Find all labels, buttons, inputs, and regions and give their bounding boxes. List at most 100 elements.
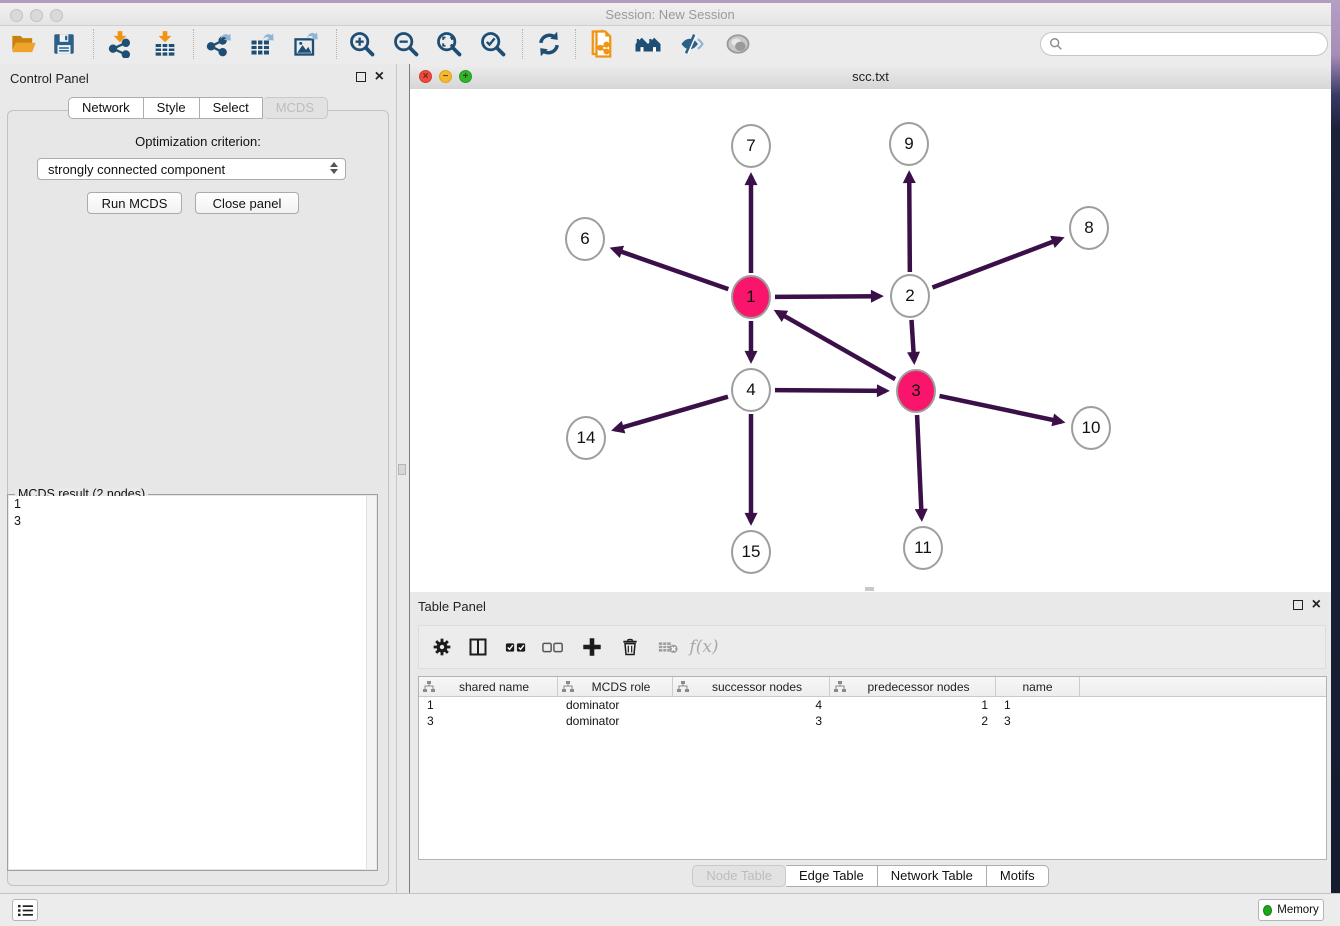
cell-MCDS-role[interactable]: dominator	[558, 713, 673, 729]
column-header-MCDS-role[interactable]: MCDS role	[558, 677, 673, 696]
home-icon	[633, 29, 663, 59]
cell-shared-name[interactable]: 3	[419, 713, 558, 729]
delete-row-button[interactable]	[617, 634, 643, 660]
graph-node-8[interactable]: 8	[1069, 206, 1109, 250]
column-header-shared-name[interactable]: shared name	[419, 677, 558, 696]
delete-table-button[interactable]	[655, 634, 681, 660]
run-mcds-button[interactable]: Run MCDS	[87, 192, 182, 214]
graph-node-4[interactable]: 4	[731, 368, 771, 412]
column-header-predecessor-nodes[interactable]: predecessor nodes	[830, 677, 996, 696]
list-icon	[18, 904, 33, 917]
tab-style[interactable]: Style	[144, 97, 200, 119]
zoom-in-button[interactable]	[346, 28, 378, 60]
graph-node-14[interactable]: 14	[566, 416, 606, 460]
unselect-all-button[interactable]	[540, 634, 566, 660]
hide-graphics-details-button[interactable]	[676, 28, 708, 60]
graph-node-11[interactable]: 11	[903, 526, 943, 570]
cell-shared-name[interactable]: 1	[419, 697, 558, 713]
float-panel-icon[interactable]	[1293, 600, 1303, 610]
add-row-button[interactable]	[579, 634, 605, 660]
edge-2-8[interactable]	[932, 239, 1061, 288]
edge-2-3[interactable]	[912, 320, 915, 361]
select-all-button[interactable]	[503, 634, 529, 660]
memory-button[interactable]: Memory	[1258, 899, 1324, 921]
cell-name[interactable]: 3	[996, 713, 1080, 729]
divider-grip[interactable]	[398, 464, 406, 475]
zoom-out-button[interactable]	[390, 28, 422, 60]
column-header-name[interactable]: name	[996, 677, 1080, 696]
show-columns-button[interactable]	[465, 634, 491, 660]
cell-name[interactable]: 1	[996, 697, 1080, 713]
float-panel-icon[interactable]	[356, 72, 366, 82]
control-panel-tabbar: NetworkStyleSelectMCDS	[0, 97, 396, 119]
table-settings-button[interactable]	[429, 634, 455, 660]
graph-node-3[interactable]: 3	[896, 369, 936, 413]
close-panel-icon[interactable]: ×	[375, 72, 384, 82]
import-network-button[interactable]	[104, 28, 136, 60]
graph-node-10[interactable]: 10	[1071, 406, 1111, 450]
export-network-button[interactable]	[202, 28, 234, 60]
edge-2-9[interactable]	[909, 174, 910, 272]
optimization-criterion-label: Optimization criterion:	[0, 134, 396, 149]
tab-network[interactable]: Network	[68, 97, 144, 119]
mcds-result-list[interactable]: 13	[9, 496, 376, 869]
edge-4-3[interactable]	[775, 390, 886, 391]
network-window-titlebar[interactable]: × − + scc.txt	[410, 64, 1331, 90]
export-table-button[interactable]	[246, 28, 278, 60]
close-panel-icon[interactable]: ×	[1312, 600, 1321, 610]
edge-1-2[interactable]	[775, 296, 880, 297]
tab-node-table[interactable]: Node Table	[692, 865, 786, 887]
edge-3-10[interactable]	[939, 396, 1061, 422]
export-image-button[interactable]	[290, 28, 322, 60]
function-builder-button[interactable]: f(x)	[691, 634, 717, 660]
new-network-from-selection-button[interactable]	[588, 28, 620, 60]
save-session-button[interactable]	[48, 28, 80, 60]
import-table-button[interactable]	[149, 28, 181, 60]
panel-divider[interactable]	[397, 64, 409, 893]
delete-table-icon	[657, 636, 679, 658]
result-scrollbar[interactable]	[366, 496, 376, 869]
optimization-criterion-dropdown[interactable]: strongly connected component	[37, 158, 346, 180]
refresh-button[interactable]	[533, 28, 565, 60]
cell-predecessor-nodes[interactable]: 1	[830, 697, 996, 713]
close-panel-button[interactable]: Close panel	[195, 192, 299, 214]
tab-select[interactable]: Select	[200, 97, 263, 119]
graph-node-6[interactable]: 6	[565, 217, 605, 261]
tab-edge-table[interactable]: Edge Table	[786, 865, 878, 887]
import-table-icon	[151, 30, 179, 58]
cell-predecessor-nodes[interactable]: 2	[830, 713, 996, 729]
zoom-selected-button[interactable]	[477, 28, 509, 60]
tab-mcds[interactable]: MCDS	[263, 97, 328, 119]
cell-successor-nodes[interactable]: 3	[673, 713, 830, 729]
graph-node-15[interactable]: 15	[731, 530, 771, 574]
edge-layer	[410, 89, 1331, 592]
tab-motifs[interactable]: Motifs	[987, 865, 1049, 887]
network-canvas[interactable]: 1 2 3 4 6 7 8 9 10 11 14 15	[410, 89, 1331, 592]
tab-network-table[interactable]: Network Table	[878, 865, 987, 887]
search-input[interactable]	[1068, 36, 1319, 52]
cell-successor-nodes[interactable]: 4	[673, 697, 830, 713]
table-row[interactable]: 1dominator411	[419, 697, 1326, 713]
edge-1-6[interactable]	[613, 249, 728, 289]
mcds-result-item[interactable]: 3	[9, 513, 376, 530]
main-toolbar	[0, 26, 1340, 65]
open-folder-icon	[10, 30, 38, 58]
task-history-button[interactable]	[12, 899, 38, 921]
graph-node-1[interactable]: 1	[731, 275, 771, 319]
graph-node-9[interactable]: 9	[889, 122, 929, 166]
toolbar-separator	[575, 29, 576, 59]
show-graphics-details-button[interactable]	[722, 28, 754, 60]
edge-4-14[interactable]	[615, 397, 728, 430]
graph-node-2[interactable]: 2	[890, 274, 930, 318]
zoom-fit-button[interactable]	[433, 28, 465, 60]
cell-MCDS-role[interactable]: dominator	[558, 697, 673, 713]
mcds-result-item[interactable]: 1	[9, 496, 376, 513]
search-icon	[1049, 37, 1063, 51]
open-session-button[interactable]	[8, 28, 40, 60]
column-header-successor-nodes[interactable]: successor nodes	[673, 677, 830, 696]
home-layout-button[interactable]	[632, 28, 664, 60]
edge-3-1[interactable]	[777, 312, 895, 379]
edge-3-11[interactable]	[917, 415, 922, 518]
table-row[interactable]: 3dominator323	[419, 713, 1326, 729]
graph-node-7[interactable]: 7	[731, 124, 771, 168]
